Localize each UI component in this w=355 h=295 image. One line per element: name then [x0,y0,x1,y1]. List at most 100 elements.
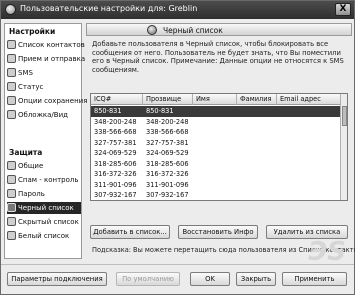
footer-divider [1,264,354,265]
table-cell [277,159,341,170]
column-header-first-name[interactable]: Имя [193,94,237,105]
sidebar-section-settings: Настройки [9,27,56,36]
sidebar-item-save-options[interactable]: Опции сохранения [7,95,87,107]
table-cell [277,148,341,159]
table-row[interactable]: 850-831 850-831 [91,106,341,117]
column-header-icq[interactable]: ICQ# [91,94,143,105]
sidebar-item-label: Обложка/Вид [18,111,68,119]
table-cell [193,127,237,138]
sms-icon [7,68,16,77]
table-cell: 318-285-606 [146,159,189,168]
table-cell: 324-069-529 [94,149,137,157]
table-cell [193,190,237,200]
sidebar-item-status[interactable]: Статус [7,81,81,93]
general-icon [7,161,16,170]
table-cell: 850-831 [94,107,122,115]
sidebar-item-label: SMS [18,69,33,77]
close-button[interactable]: Закрыть [236,272,276,286]
table-cell: 324-069-529 [146,149,189,157]
table-cell [237,127,277,138]
table-cell [277,169,341,180]
close-window-button[interactable]: X [335,3,351,16]
table-row[interactable]: 318-285-606 318-285-606 [91,159,341,170]
contacts-icon [7,40,16,49]
table-cell [237,138,277,149]
table-cell [277,180,341,191]
table-cell: 311-901-096 [146,180,189,189]
add-to-list-button[interactable]: Добавить в список... [90,225,170,239]
blacklist-icon [147,25,157,35]
table-cell: 338-566-668 [146,128,189,136]
table-cell: 316-372-326 [146,170,189,178]
sidebar-item-spam-control[interactable]: Спам - контроль [7,174,81,186]
apply-button[interactable]: Применить [282,272,347,286]
table-cell [237,159,277,170]
table-cell [237,169,277,180]
spam-icon [7,175,16,184]
settings-window: Пользовательские настройки для: Greblin … [0,0,355,295]
status-icon [7,82,16,91]
table-cell [277,106,341,117]
table-cell [193,169,237,180]
sidebar-section-protection: Защита [9,148,43,157]
column-header-nickname[interactable]: Прозвище [143,94,193,105]
sidebar-item-hidden-list[interactable]: Скрытый список [7,216,81,228]
table-cell [277,138,341,149]
ok-button[interactable]: OK [190,272,230,286]
sidebar-item-send-receive[interactable]: Прием и отправка [7,53,85,65]
table-cell: 307-932-167 [94,191,137,199]
blacklist-panel: Черный список Добавьте пользователя в Че… [86,23,355,261]
window-title: Пользовательские настройки для: Greblin [20,4,198,13]
sidebar-item-label: Опции сохранения [18,97,88,105]
panel-title: Черный список [163,26,223,35]
table-header: ICQ# Прозвище Имя Фамилия Email адрес [91,94,341,105]
table-cell [193,180,237,191]
restore-info-button[interactable]: Восстановить Инфо [178,225,258,239]
sidebar-item-password[interactable]: Пароль [7,188,81,200]
scrollbar-thumb[interactable] [342,106,347,126]
sidebar-item-label: Прием и отправка [18,55,86,63]
whitelist-icon [7,231,16,240]
table-row[interactable]: 307-932-167 307-932-167 [91,190,341,200]
table-row[interactable]: 327-757-381 327-757-381 [91,138,341,149]
title-bar[interactable]: Пользовательские настройки для: Greblin … [1,1,354,19]
table-cell [193,138,237,149]
blacklist-icon [7,203,16,212]
panel-description: Добавьте пользователя в Черный список, ч… [92,40,344,74]
key-icon [7,189,16,198]
table-cell: 307-932-167 [146,191,189,199]
table-row[interactable]: 348-200-248 348-200-248 [91,117,341,128]
column-header-last-name[interactable]: Фамилия [237,94,277,105]
sidebar-item-label: Белый список [18,232,70,240]
sidebar-item-label: Список контактов [18,41,85,49]
table-row[interactable]: 311-901-096 311-901-096 [91,180,341,191]
table-cell: 318-285-606 [94,159,137,168]
sidebar-item-blacklist[interactable]: Черный список [7,202,81,214]
connection-settings-button[interactable]: Параметры подключения [7,272,107,286]
sidebar-item-general[interactable]: Общие [7,160,81,172]
settings-sidebar: Настройки Список контактов Прием и отпра… [4,23,87,259]
table-scrollbar[interactable] [340,94,347,200]
table-cell [237,180,277,191]
table-cell [277,127,341,138]
skin-icon [7,110,16,119]
defaults-button[interactable]: По умолчанию [116,272,180,286]
column-header-email[interactable]: Email адрес [277,94,341,105]
sidebar-item-label: Общие [18,162,44,170]
blacklist-table[interactable]: ICQ# Прозвище Имя Фамилия Email адрес 85… [90,93,348,201]
mail-icon [7,54,16,63]
table-row[interactable]: 338-566-668 338-566-668 [91,127,341,138]
table-row[interactable]: 316-372-326 316-372-326 [91,169,341,180]
sidebar-item-skin[interactable]: Обложка/Вид [7,109,81,121]
table-cell [277,117,341,128]
table-cell: 316-372-326 [94,170,137,178]
table-cell [237,106,277,117]
sidebar-item-whitelist[interactable]: Белый список [7,230,81,242]
sidebar-item-sms[interactable]: SMS [7,67,81,79]
watermark-logo: ЭS [308,237,346,267]
table-cell: 348-200-248 [94,117,137,126]
table-cell: 338-566-668 [94,128,137,136]
sidebar-item-contacts[interactable]: Список контактов [7,39,85,51]
table-row[interactable]: 324-069-529 324-069-529 [91,148,341,159]
table-cell: 850-831 [146,107,174,115]
